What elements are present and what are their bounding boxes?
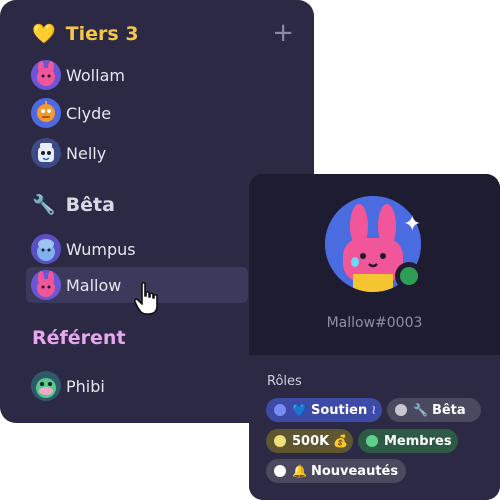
role-label: Bêta <box>431 402 466 418</box>
avatar <box>31 138 61 168</box>
role-label: Membres <box>384 433 452 449</box>
role-color-dot <box>395 404 407 416</box>
role-color-dot <box>274 465 286 477</box>
role-pill-nouveautes[interactable]: 🔔 Nouveautés <box>266 459 406 483</box>
section-title: Référent <box>32 327 126 349</box>
avatar <box>31 60 61 90</box>
wrench-icon: 🔧 <box>32 194 56 216</box>
member-item-wumpus[interactable]: Wumpus <box>26 231 250 267</box>
section-header-tiers3: 💛 Tiers 3 <box>32 22 139 46</box>
avatar <box>31 371 61 401</box>
role-suffix: ≀ <box>371 402 377 418</box>
role-pill-500k[interactable]: 500K 💰 <box>266 429 353 453</box>
role-color-dot <box>366 435 378 447</box>
yellow-heart-icon: 💛 <box>32 23 56 45</box>
member-name: Wollam <box>66 65 125 85</box>
role-label: Nouveautés <box>310 463 399 479</box>
member-name: Phibi <box>66 376 105 396</box>
money-bag-icon: 💰 <box>333 434 349 448</box>
role-color-dot <box>274 435 286 447</box>
bell-icon: 🔔 <box>292 464 307 478</box>
member-name: Clyde <box>66 103 112 123</box>
member-item-wollam[interactable]: Wollam <box>26 57 250 93</box>
wrench-icon: 🔧 <box>413 403 428 417</box>
member-item-nelly[interactable]: Nelly <box>26 135 250 171</box>
section-title: Bêta <box>65 193 115 216</box>
member-name: Nelly <box>66 143 107 163</box>
avatar <box>31 234 61 264</box>
hand-cursor-icon <box>134 282 158 315</box>
member-name: Wumpus <box>66 239 136 259</box>
profile-username: Mallow#0003 <box>326 315 423 331</box>
blue-heart-icon: 💙 <box>292 403 307 417</box>
online-status-dot <box>400 267 418 285</box>
section-title: Tiers 3 <box>65 22 139 45</box>
member-item-clyde[interactable]: Clyde <box>26 95 250 131</box>
section-header-referent: Référent <box>32 327 126 349</box>
roles-heading: Rôles <box>267 374 302 389</box>
role-label: 500K <box>292 433 330 449</box>
avatar <box>31 270 61 300</box>
member-item-phibi[interactable]: Phibi <box>26 368 250 404</box>
member-name: Mallow <box>66 275 122 295</box>
sparkle-icon: ✦ <box>403 212 422 237</box>
plus-icon[interactable]: + <box>272 20 294 46</box>
avatar <box>31 98 61 128</box>
role-label: Soutien <box>310 402 368 418</box>
section-header-beta: 🔧 Bêta <box>32 193 115 217</box>
role-color-dot <box>274 404 286 416</box>
role-pill-beta[interactable]: 🔧 Bêta <box>387 398 481 422</box>
status-indicator <box>395 262 423 290</box>
role-pill-membres[interactable]: Membres <box>358 429 458 453</box>
role-pill-soutien[interactable]: 💙 Soutien ≀ <box>266 398 382 422</box>
profile-popout: ✦ Mallow#0003 Rôles 💙 Soutien ≀ 🔧 Bêta 5… <box>249 174 500 500</box>
